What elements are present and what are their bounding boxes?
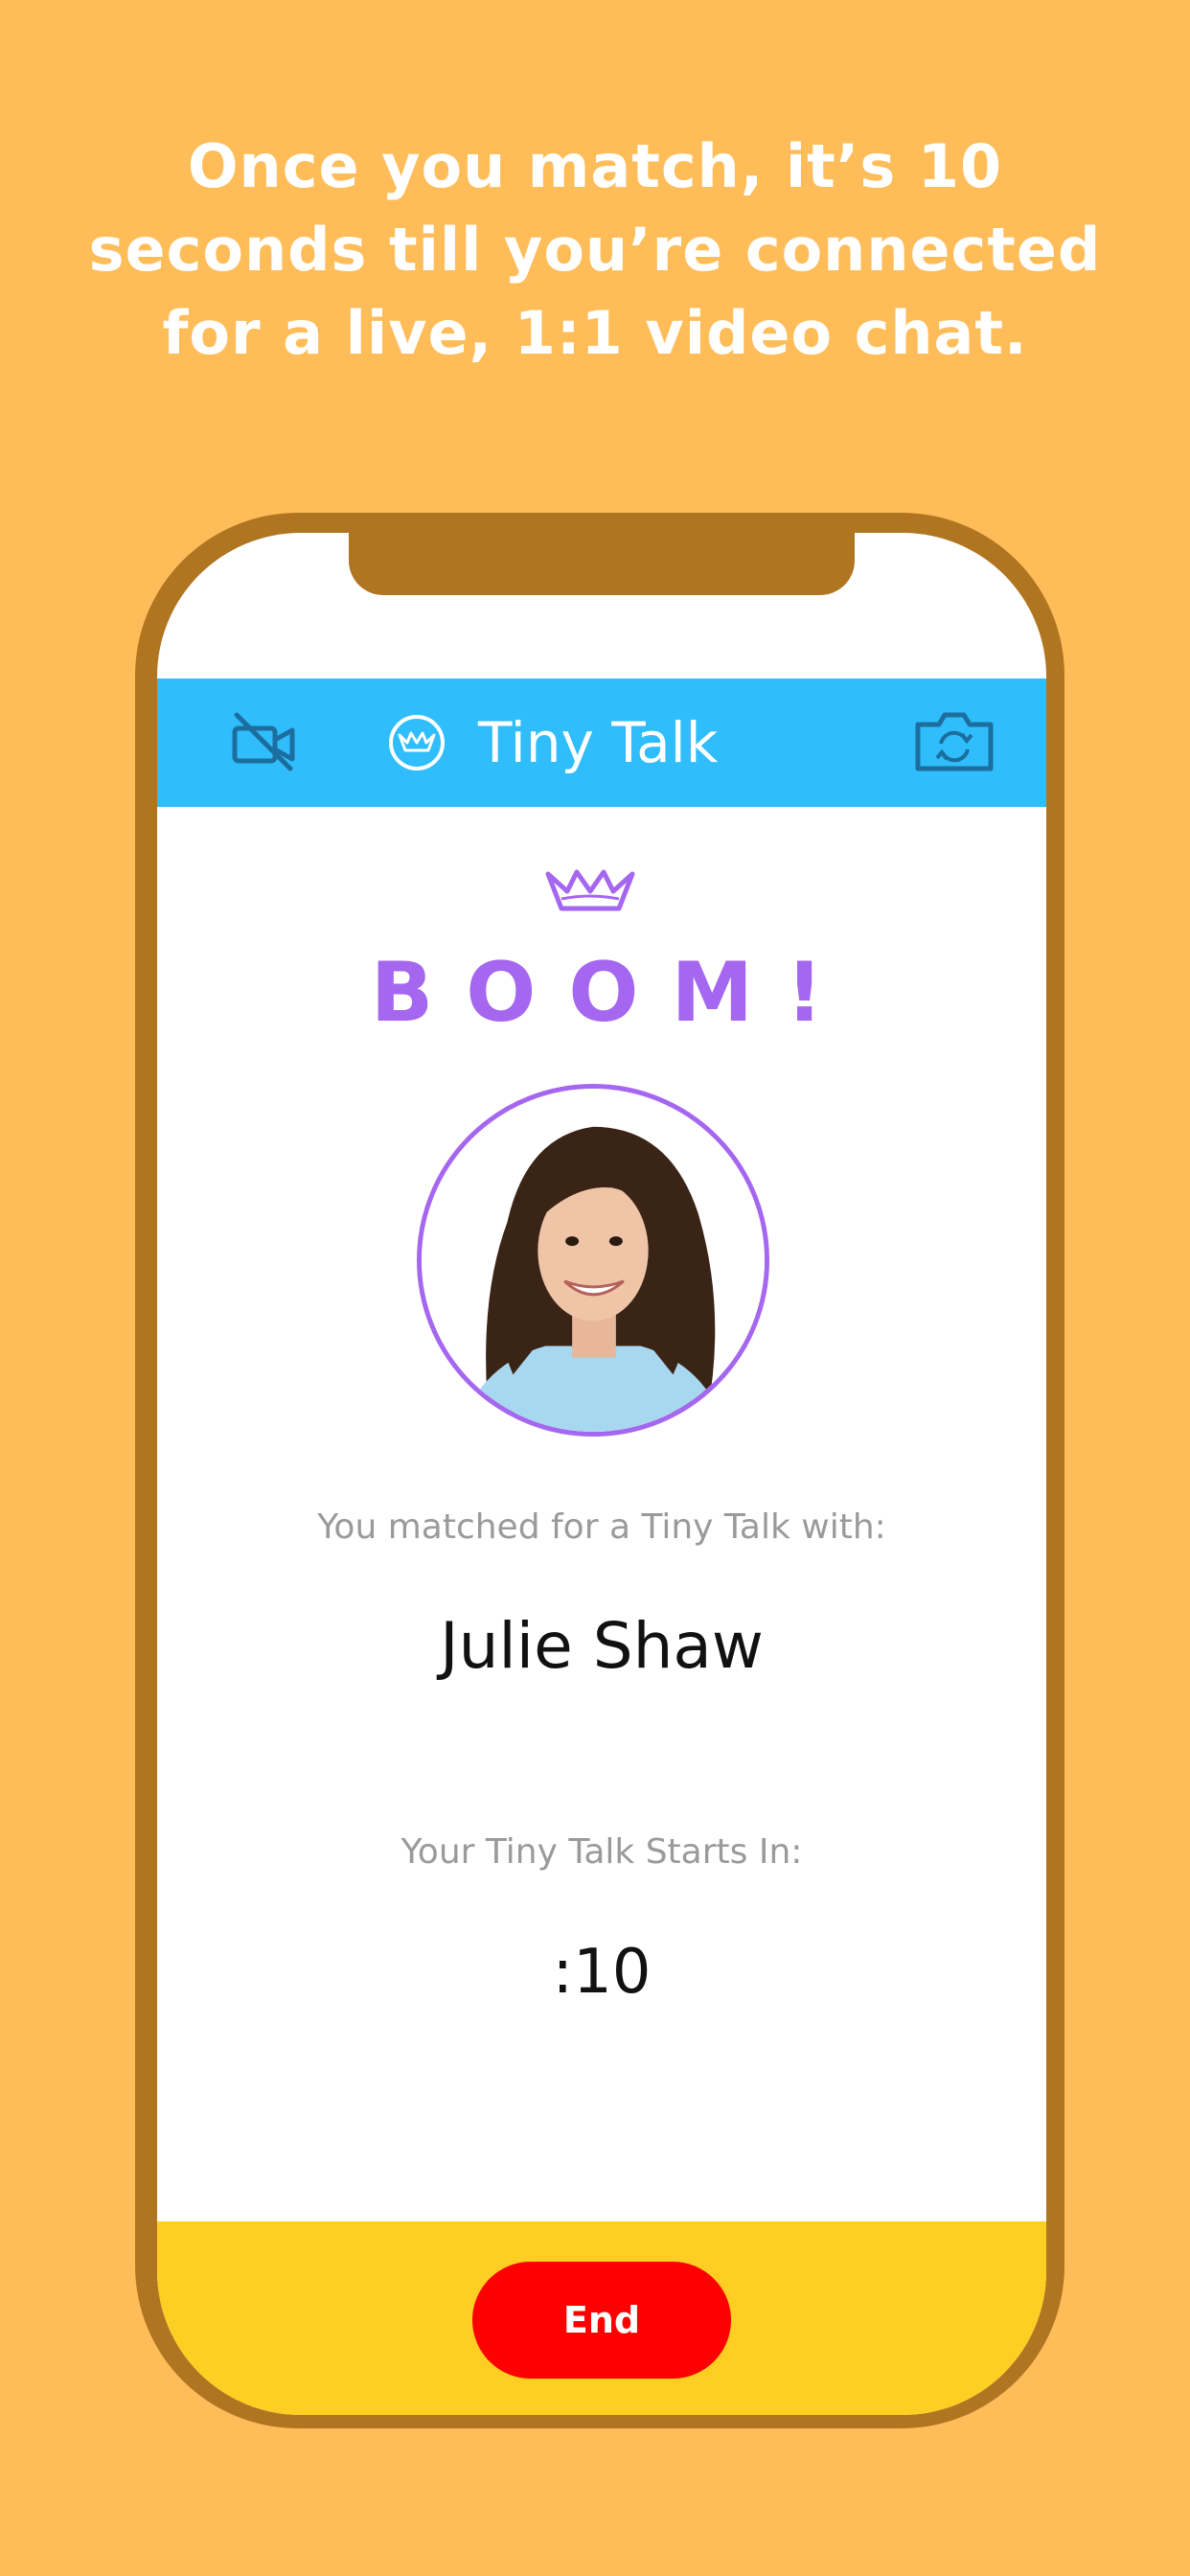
match-name: Julie Shaw <box>440 1609 764 1683</box>
switch-camera-icon[interactable] <box>912 709 996 774</box>
headline-line-3: for a live, 1:1 video chat. <box>162 298 1028 368</box>
phone-screen: Tiny Talk BOOM! You matched for a Tiny T… <box>157 533 1046 2415</box>
avatar[interactable] <box>417 1084 769 1437</box>
tiny-talk-logo-icon <box>386 714 447 771</box>
headline-line-1: Once you match, it’s 10 <box>187 131 1003 201</box>
crown-icon <box>544 866 636 916</box>
headline-line-2: seconds till you’re connected <box>88 215 1102 285</box>
marketing-headline: Once you match, it’s 10 seconds till you… <box>0 125 1190 375</box>
bottom-action-bar: End <box>157 2221 1046 2415</box>
boom-heading: BOOM! <box>370 945 857 1041</box>
avatar-photo <box>422 1089 765 1432</box>
camera-off-icon[interactable] <box>229 709 298 774</box>
end-button[interactable]: End <box>472 2262 731 2379</box>
app-navbar: Tiny Talk <box>157 678 1046 807</box>
countdown-timer: :10 <box>552 1937 652 2008</box>
matched-label: You matched for a Tiny Talk with: <box>317 1507 886 1547</box>
starts-in-label: Your Tiny Talk Starts In: <box>400 1832 803 1872</box>
phone-notch <box>349 533 855 595</box>
app-title: Tiny Talk <box>478 710 719 775</box>
